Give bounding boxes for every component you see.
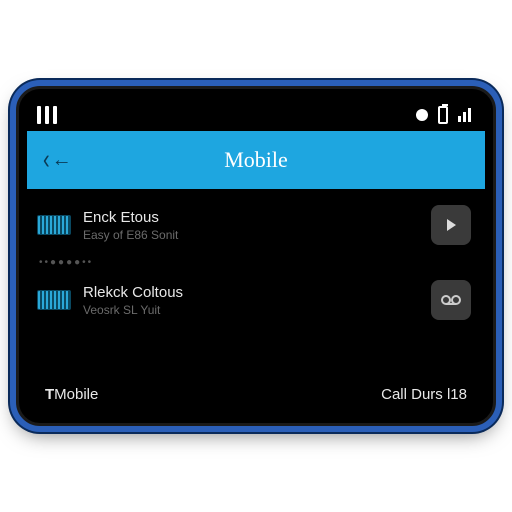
screen: ‹ ← Mobile Enck Etous Easy of E86 Sonit … xyxy=(27,99,485,413)
notification-dot-icon xyxy=(416,109,428,121)
play-button[interactable] xyxy=(431,205,471,245)
page-title: Mobile xyxy=(27,147,485,173)
play-icon xyxy=(443,217,459,233)
status-bar xyxy=(27,99,485,131)
contact-sub: Veosrk SL Yuit xyxy=(83,303,419,317)
contact-name: Rlekck Coltous xyxy=(83,284,419,301)
menu-icon[interactable] xyxy=(37,106,57,124)
contact-name: Enck Etous xyxy=(83,209,419,226)
list-item[interactable]: Enck Etous Easy of E86 Sonit xyxy=(27,195,485,255)
phone-frame: ‹ ← Mobile Enck Etous Easy of E86 Sonit … xyxy=(16,86,496,426)
contact-list: Enck Etous Easy of E86 Sonit ••●●●●•• Rl… xyxy=(27,189,485,330)
arrow-left-icon: ← xyxy=(52,150,72,170)
call-duration-label: Call Durs l18 xyxy=(381,386,467,403)
contact-sub: Easy of E86 Sonit xyxy=(83,228,419,242)
battery-icon xyxy=(438,106,448,124)
contact-thumb-icon xyxy=(37,215,71,235)
signal-icon xyxy=(458,108,471,122)
list-divider: ••●●●●•• xyxy=(27,255,485,270)
voicemail-icon xyxy=(441,293,461,307)
app-header: ‹ ← Mobile xyxy=(27,131,485,189)
contact-thumb-icon xyxy=(37,290,71,310)
back-button[interactable]: ‹ ← xyxy=(43,150,72,170)
carrier-label: TMobile xyxy=(45,386,98,403)
chevron-left-icon: ‹ xyxy=(43,146,50,174)
footer-bar: TMobile Call Durs l18 xyxy=(27,386,485,403)
list-item[interactable]: Rlekck Coltous Veosrk SL Yuit xyxy=(27,270,485,330)
voicemail-button[interactable] xyxy=(431,280,471,320)
